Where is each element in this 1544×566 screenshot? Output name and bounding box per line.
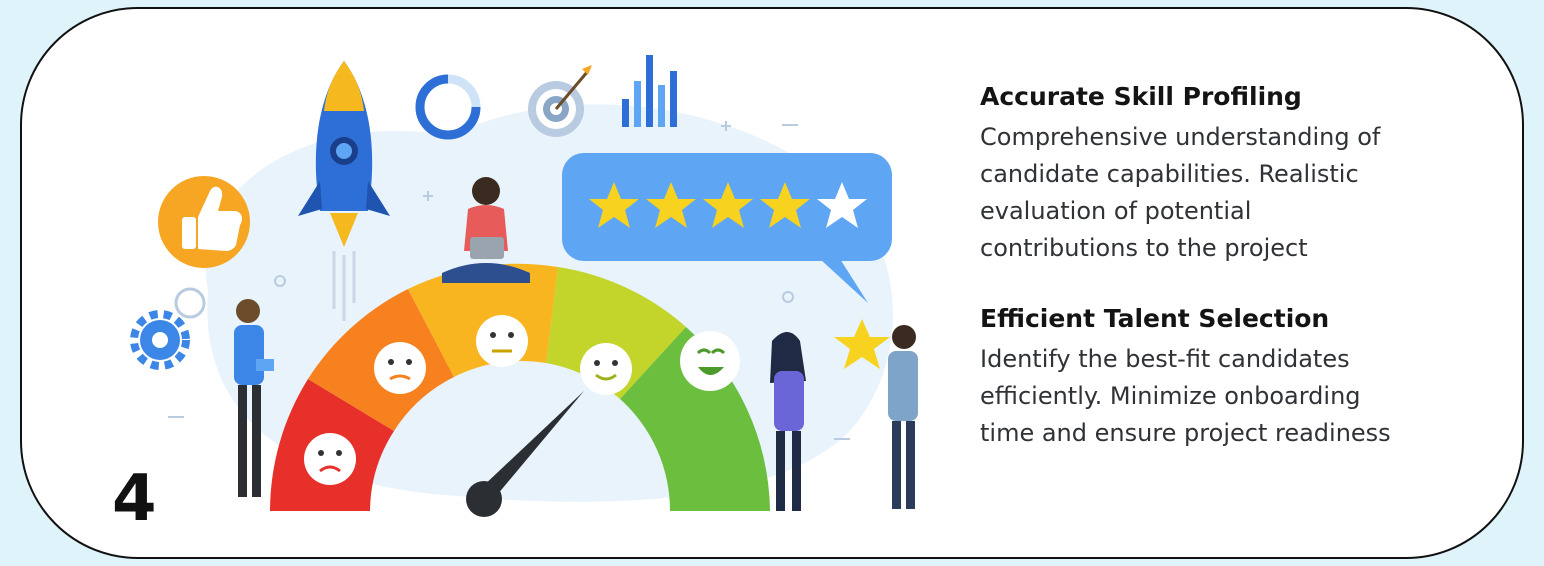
step-number: 4 bbox=[112, 462, 157, 536]
section-body: Identify the best-fit candidates efficie… bbox=[980, 341, 1520, 452]
section-title: Accurate Skill Profiling bbox=[980, 82, 1302, 111]
gear-icon bbox=[130, 287, 206, 370]
body-line: time and ensure project readiness bbox=[980, 419, 1391, 447]
donut-chart-icon bbox=[415, 74, 481, 140]
body-line: contributions to the project bbox=[980, 234, 1308, 262]
body-line: Comprehensive understanding of bbox=[980, 123, 1381, 151]
person-holding-face bbox=[770, 332, 806, 511]
section-skill-profiling: Accurate Skill Profiling Comprehensive u… bbox=[980, 81, 1522, 267]
section-title: Efficient Talent Selection bbox=[980, 304, 1330, 333]
feature-card: 4 Accurate Skill Profiling Comprehensive… bbox=[20, 7, 1524, 559]
feature-text: Accurate Skill Profiling Comprehensive u… bbox=[980, 81, 1522, 488]
section-talent-selection: Efficient Talent Selection Identify the … bbox=[980, 303, 1522, 452]
section-body: Comprehensive understanding of candidate… bbox=[980, 119, 1520, 267]
body-line: candidate capabilities. Realistic bbox=[980, 160, 1359, 188]
body-line: Identify the best-fit candidates bbox=[980, 345, 1350, 373]
thumbs-up-icon bbox=[158, 176, 250, 268]
rating-illustration bbox=[130, 55, 918, 517]
body-line: evaluation of potential bbox=[980, 197, 1252, 225]
body-line: efficiently. Minimize onboarding bbox=[980, 382, 1361, 410]
